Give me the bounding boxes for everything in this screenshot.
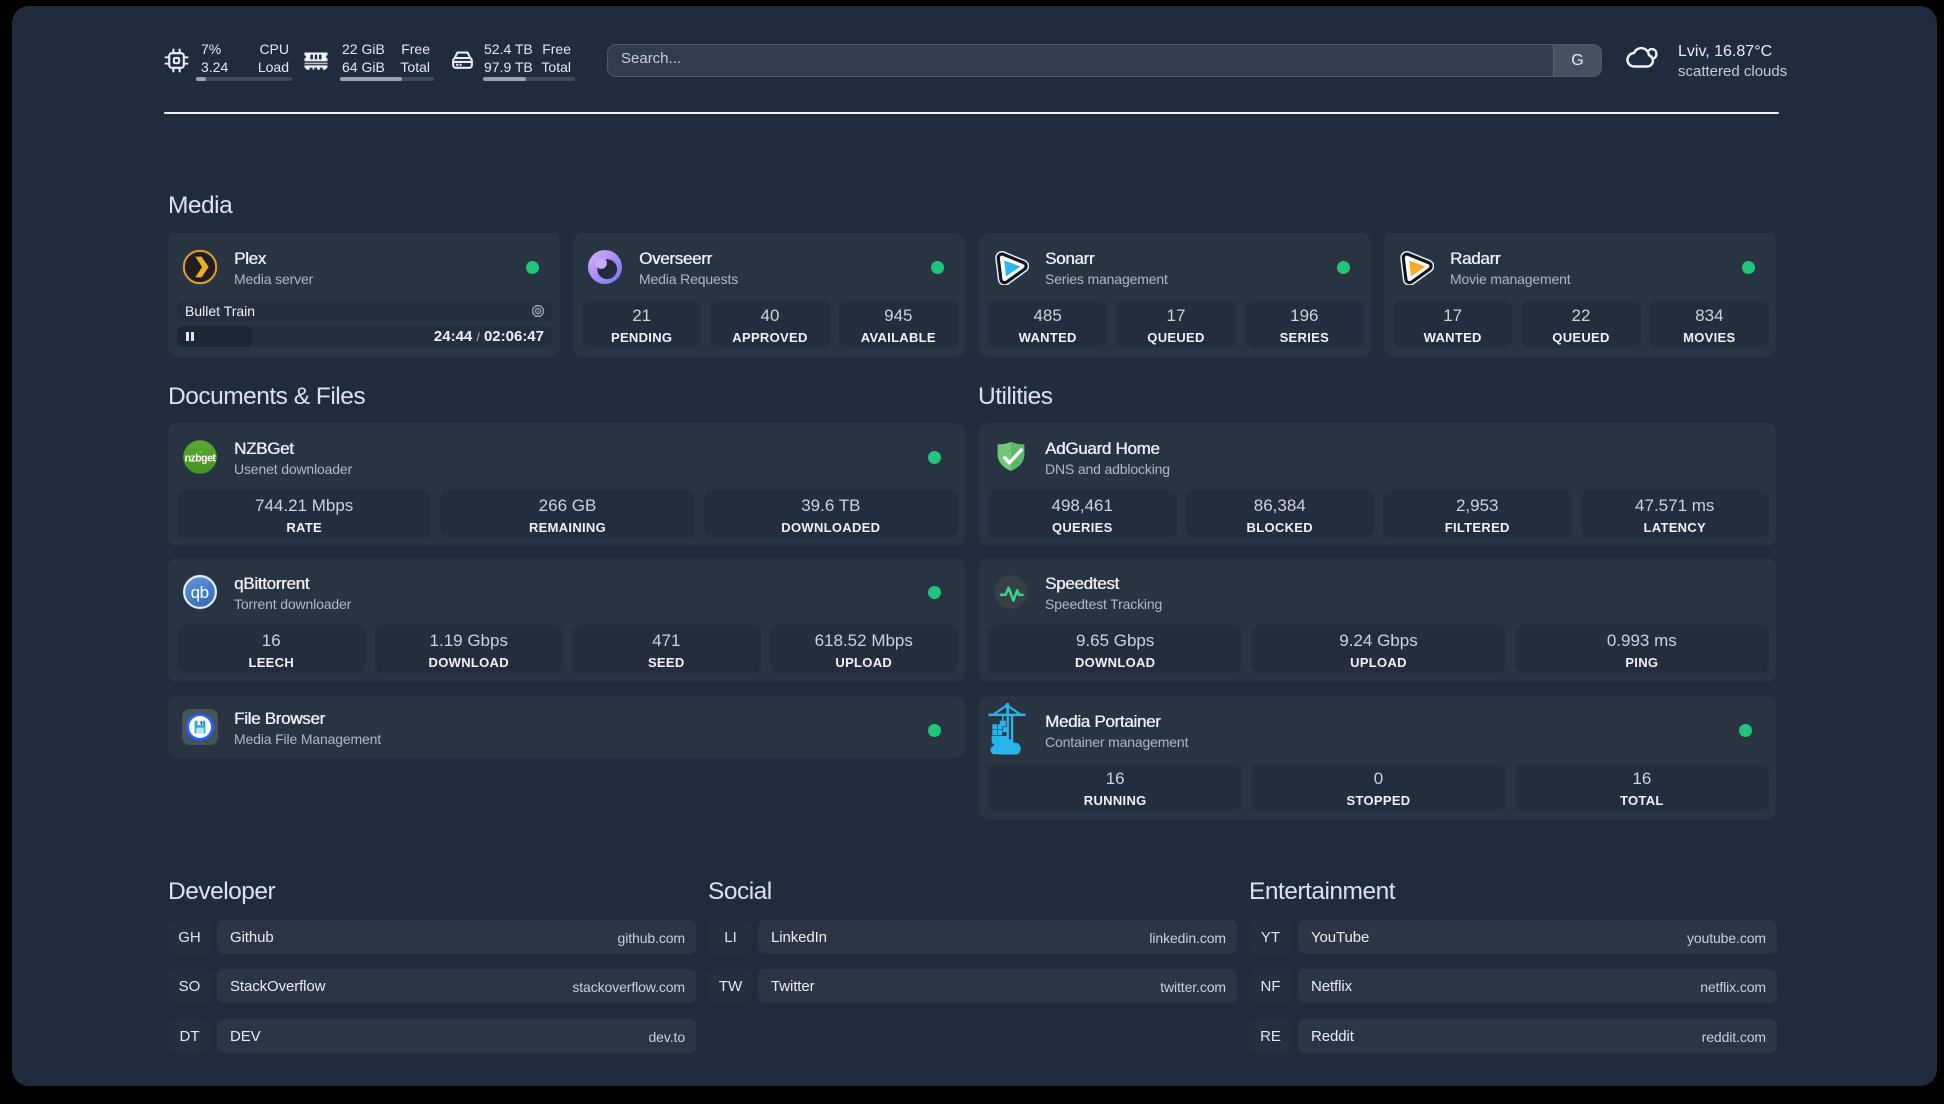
- svg-text:nzbget: nzbget: [185, 453, 217, 465]
- svg-text:qb: qb: [191, 583, 209, 602]
